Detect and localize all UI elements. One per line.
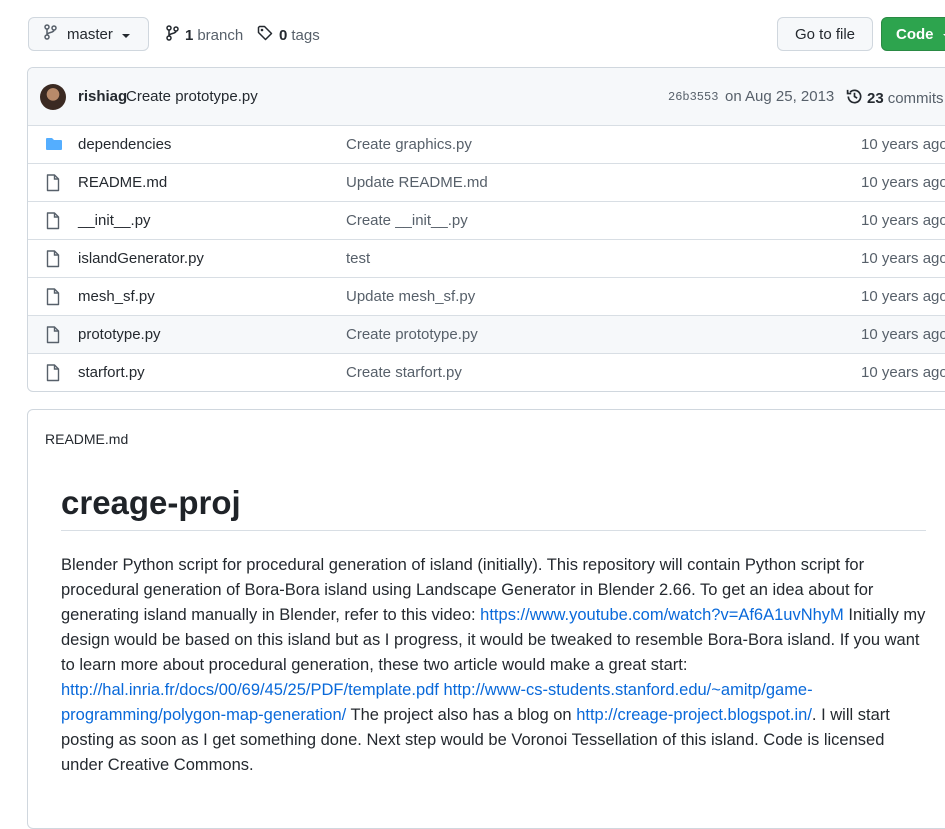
file-name[interactable]: __init__.py xyxy=(78,212,151,229)
caret-down-icon xyxy=(942,26,945,43)
readme-panel: README.md creage-proj Blender Python scr… xyxy=(27,409,945,829)
file-commit-message[interactable]: Update mesh_sf.py xyxy=(346,288,475,305)
file-commit-message[interactable]: Create prototype.py xyxy=(346,326,478,343)
file-age: 10 years ago xyxy=(861,326,945,343)
blog-link[interactable]: http://creage-project.blogspot.in/ xyxy=(576,706,812,724)
file-age: 10 years ago xyxy=(861,174,945,191)
file-row[interactable]: starfort.py Create starfort.py 10 years … xyxy=(28,353,945,391)
tags-link[interactable]: 0 tags xyxy=(257,25,320,45)
readme-title: creage-proj xyxy=(61,484,926,531)
file-name[interactable]: starfort.py xyxy=(78,364,145,381)
commit-author[interactable]: rishiag xyxy=(78,88,127,105)
file-age: 10 years ago xyxy=(861,288,945,305)
file-commit-message[interactable]: Update README.md xyxy=(346,174,488,191)
file-row[interactable]: README.md Update README.md 10 years ago xyxy=(28,163,945,201)
code-button-label: Code xyxy=(896,26,934,43)
branches-count: 1 xyxy=(185,27,193,44)
branch-icon xyxy=(43,24,57,44)
readme-filename[interactable]: README.md xyxy=(45,431,128,447)
file-name[interactable]: mesh_sf.py xyxy=(78,288,155,305)
readme-text: The project also has a blog on xyxy=(346,706,576,724)
file-row[interactable]: dependencies Create graphics.py 10 years… xyxy=(28,125,945,163)
folder-icon xyxy=(45,136,63,157)
tags-label: tags xyxy=(291,27,319,44)
file-age: 10 years ago xyxy=(861,250,945,267)
file-name[interactable]: islandGenerator.py xyxy=(78,250,204,267)
hal-inria-link[interactable]: http://hal.inria.fr/docs/00/69/45/25/PDF… xyxy=(61,681,439,699)
file-commit-message[interactable]: Create graphics.py xyxy=(346,136,472,153)
file-row[interactable]: islandGenerator.py test 10 years ago xyxy=(28,239,945,277)
youtube-link[interactable]: https://www.youtube.com/watch?v=Af6A1uvN… xyxy=(480,606,844,624)
branch-select-button[interactable]: master xyxy=(28,17,149,51)
file-age: 10 years ago xyxy=(861,212,945,229)
commits-count: 23 xyxy=(867,90,884,107)
readme-description: Blender Python script for procedural gen… xyxy=(61,553,929,778)
avatar[interactable] xyxy=(40,84,66,110)
file-commit-message[interactable]: Create starfort.py xyxy=(346,364,462,381)
branches-link[interactable]: 1 branch xyxy=(165,25,243,45)
code-button[interactable]: Code xyxy=(881,17,945,51)
file-icon xyxy=(45,288,61,311)
branches-label: branch xyxy=(197,27,243,44)
file-icon xyxy=(45,212,61,235)
file-row[interactable]: prototype.py Create prototype.py 10 year… xyxy=(28,315,945,353)
file-name[interactable]: prototype.py xyxy=(78,326,161,343)
commit-sha[interactable]: 26b3553 xyxy=(668,90,718,104)
file-icon xyxy=(45,174,61,197)
file-commit-message[interactable]: Create __init__.py xyxy=(346,212,468,229)
file-row[interactable]: mesh_sf.py Update mesh_sf.py 10 years ag… xyxy=(28,277,945,315)
file-commit-message[interactable]: test xyxy=(346,250,370,267)
file-icon xyxy=(45,250,61,273)
file-age: 10 years ago xyxy=(861,364,945,381)
commits-label: commits xyxy=(888,90,944,107)
file-row[interactable]: __init__.py Create __init__.py 10 years … xyxy=(28,201,945,239)
file-age: 10 years ago xyxy=(861,136,945,153)
go-to-file-button[interactable]: Go to file xyxy=(777,17,873,51)
branch-name: master xyxy=(67,26,113,43)
file-icon xyxy=(45,364,61,387)
latest-commit-bar: rishiag Create prototype.py 26b3553 on A… xyxy=(28,68,945,126)
commit-date: on Aug 25, 2013 xyxy=(725,88,834,105)
commit-message[interactable]: Create prototype.py xyxy=(126,88,258,105)
tag-icon xyxy=(257,25,273,45)
file-icon xyxy=(45,326,61,349)
caret-down-icon xyxy=(121,26,131,43)
file-browser: rishiag Create prototype.py 26b3553 on A… xyxy=(27,67,945,392)
history-icon xyxy=(846,88,863,109)
file-name[interactable]: dependencies xyxy=(78,136,171,153)
tags-count: 0 xyxy=(279,27,287,44)
file-name[interactable]: README.md xyxy=(78,174,167,191)
commits-link[interactable]: 23 commits xyxy=(846,88,944,109)
branch-icon xyxy=(165,25,179,45)
